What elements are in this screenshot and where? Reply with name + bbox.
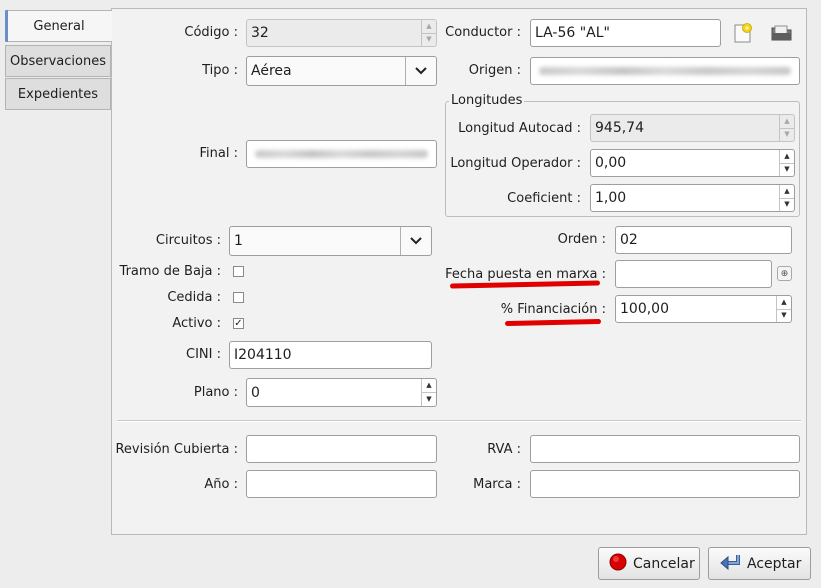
spin-down-icon[interactable]: ▼: [780, 127, 794, 142]
activo-label: Activo :: [172, 316, 221, 331]
tab-observaciones[interactable]: Observaciones: [5, 45, 111, 77]
spin-down-icon[interactable]: ▼: [780, 162, 794, 177]
new-document-icon[interactable]: [732, 21, 754, 45]
spin-up-icon[interactable]: ▲: [780, 150, 794, 163]
codigo-field[interactable]: 32 ▲ ▼: [246, 19, 437, 47]
accept-button-label: Aceptar: [747, 555, 802, 572]
conductor-field[interactable]: LA-56 "AL": [530, 19, 721, 47]
final-field[interactable]: [246, 140, 437, 168]
spin-up-icon[interactable]: ▲: [780, 185, 794, 198]
longitudes-title: Longitudes: [449, 93, 525, 108]
spin-up-icon[interactable]: ▲: [422, 379, 436, 392]
cancel-button[interactable]: Cancelar: [598, 547, 700, 580]
origen-label: Origen :: [468, 63, 521, 78]
orden-value: 02: [620, 232, 638, 248]
cancel-button-label: Cancelar: [633, 555, 695, 572]
tab-expedientes[interactable]: Expedientes: [5, 78, 111, 110]
calendar-icon[interactable]: ⊕: [777, 266, 792, 281]
marca-field[interactable]: [530, 470, 800, 498]
spin-down-icon[interactable]: ▼: [780, 197, 794, 212]
coeficient-value: 1,00: [595, 190, 627, 206]
circuitos-combobox[interactable]: 1: [229, 226, 432, 256]
open-folder-icon[interactable]: [770, 23, 794, 43]
final-label: Final :: [199, 146, 238, 161]
spin-down-icon[interactable]: ▼: [422, 392, 436, 406]
orden-field[interactable]: 02: [615, 226, 792, 254]
cini-value: I204110: [234, 347, 292, 363]
ano-label: Año :: [204, 477, 238, 492]
plano-label: Plano :: [193, 385, 238, 400]
financiacion-value: 100,00: [620, 301, 669, 317]
ano-field[interactable]: [246, 470, 437, 498]
tramo-de-baja-label: Tramo de Baja :: [119, 264, 221, 279]
final-redacted: [255, 150, 428, 158]
spin-down-icon[interactable]: ▼: [777, 308, 791, 323]
coeficient-label: Coeficient :: [507, 191, 581, 206]
revision-cubierta-label: Revisión Cubierta :: [115, 442, 238, 457]
financiacion-field[interactable]: 100,00 ▲ ▼: [615, 295, 792, 323]
spin-up-icon[interactable]: ▲: [777, 296, 791, 309]
spin-up-icon[interactable]: ▲: [780, 115, 794, 128]
plano-field[interactable]: 0 ▲ ▼: [246, 378, 437, 407]
rva-label: RVA :: [487, 442, 521, 457]
codigo-spinner[interactable]: ▲ ▼: [421, 20, 436, 46]
longitud-autocad-value: 945,74: [595, 120, 644, 136]
plano-spinner[interactable]: ▲ ▼: [421, 379, 436, 406]
tab-observaciones-label: Observaciones: [10, 53, 106, 69]
tab-general-label: General: [33, 18, 85, 34]
financiacion-label: % Financiación :: [500, 302, 606, 317]
tipo-combobox[interactable]: Aérea: [246, 56, 437, 86]
accept-button[interactable]: Aceptar: [708, 547, 811, 580]
checkmark-icon: ✓: [234, 317, 243, 329]
revision-cubierta-field[interactable]: [246, 435, 437, 463]
spin-down-icon[interactable]: ▼: [422, 32, 436, 47]
plano-value: 0: [251, 384, 260, 401]
codigo-value: 32: [251, 25, 269, 41]
fecha-puesta-en-marxa-label: Fecha puesta en marxa :: [445, 267, 606, 282]
tramo-de-baja-checkbox[interactable]: [233, 266, 244, 277]
cedida-label: Cedida :: [167, 290, 221, 305]
circuitos-label: Circuitos :: [155, 233, 221, 248]
marca-label: Marca :: [473, 477, 521, 492]
conductor-label: Conductor :: [445, 25, 521, 40]
stop-icon: [609, 553, 627, 575]
circuitos-value: 1: [234, 233, 243, 249]
financiacion-spinner[interactable]: ▲ ▼: [776, 296, 791, 322]
longitud-autocad-label: Longitud Autocad :: [458, 121, 581, 136]
tab-expedientes-label: Expedientes: [17, 86, 99, 102]
origen-redacted: [539, 67, 791, 75]
longitud-autocad-spinner[interactable]: ▲ ▼: [779, 115, 794, 141]
activo-checkbox[interactable]: ✓: [233, 318, 244, 329]
longitud-operador-value: 0,00: [595, 155, 627, 171]
rva-field[interactable]: [530, 435, 800, 463]
conductor-value: LA-56 "AL": [535, 25, 610, 41]
codigo-label: Código :: [184, 25, 238, 40]
longitud-operador-spinner[interactable]: ▲ ▼: [779, 150, 794, 176]
cedida-checkbox[interactable]: [233, 292, 244, 303]
tab-general[interactable]: General: [5, 10, 112, 42]
longitud-operador-label: Longitud Operador :: [450, 156, 581, 171]
longitud-autocad-field[interactable]: 945,74 ▲ ▼: [590, 114, 795, 142]
chevron-down-icon[interactable]: [400, 227, 431, 255]
coeficient-spinner[interactable]: ▲ ▼: [779, 185, 794, 211]
coeficient-field[interactable]: 1,00 ▲ ▼: [590, 184, 795, 212]
enter-arrow-icon: [719, 553, 741, 575]
orden-label: Orden :: [557, 232, 606, 247]
tipo-label: Tipo :: [202, 63, 238, 78]
fecha-puesta-en-marxa-field[interactable]: [615, 260, 772, 288]
tipo-value: Aérea: [251, 63, 292, 79]
spin-up-icon[interactable]: ▲: [422, 20, 436, 33]
cini-field[interactable]: I204110: [229, 341, 432, 369]
section-separator: [117, 420, 801, 422]
chevron-down-icon[interactable]: [405, 57, 436, 85]
origen-field[interactable]: [530, 57, 800, 85]
cini-label: CINI :: [186, 347, 221, 362]
longitud-operador-field[interactable]: 0,00 ▲ ▼: [590, 149, 795, 177]
